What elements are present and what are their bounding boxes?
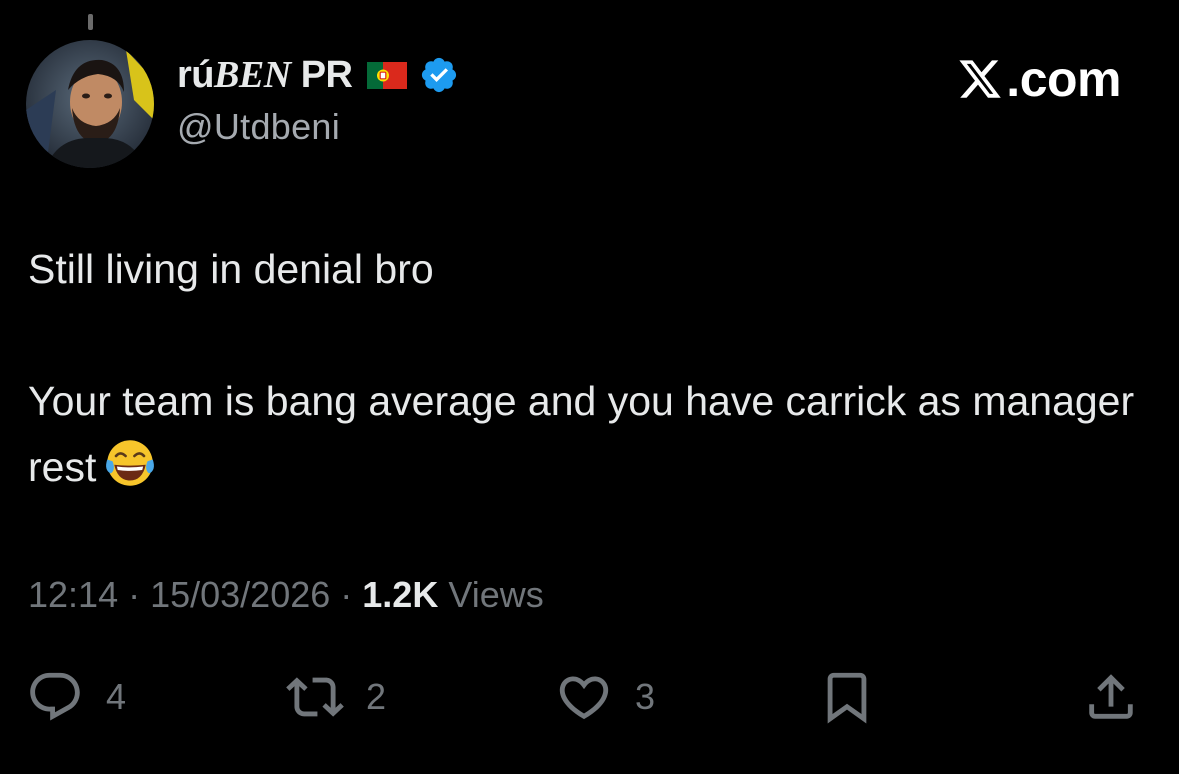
tweet-meta: 12:14 · 15/03/2026 · 1.2K Views [28, 574, 544, 616]
author-display-name[interactable]: rúBEN PR [177, 53, 353, 97]
views-label: Views [438, 574, 544, 615]
brand-watermark: .com [956, 50, 1121, 108]
repost-icon [286, 677, 344, 717]
brand-domain-text: .com [1006, 51, 1121, 107]
like-icon [559, 676, 609, 720]
meta-separator: · [118, 574, 151, 615]
like-button[interactable]: 3 [555, 662, 655, 732]
bookmark-icon [827, 672, 867, 724]
reply-button[interactable]: 4 [26, 662, 126, 732]
repost-count: 2 [366, 676, 387, 717]
reply-count: 4 [106, 676, 127, 717]
views-count: 1.2K [362, 574, 439, 615]
action-bar: 4 2 3 [0, 662, 1179, 732]
tweet-text: Still living in denial bro Your team is … [28, 236, 1138, 500]
avatar[interactable] [26, 40, 154, 168]
bookmark-button[interactable] [818, 662, 876, 732]
author-block: rúBEN PR @Utdbeni [177, 50, 459, 148]
portugal-flag-icon [366, 61, 407, 89]
meta-separator: · [330, 574, 363, 615]
tweet-date[interactable]: 15/03/2026 [150, 574, 330, 615]
like-count: 3 [635, 676, 656, 717]
x-logo-icon [959, 60, 1002, 98]
author-handle[interactable]: @Utdbeni [177, 106, 459, 148]
tweet-body: Still living in denial bro Your team is … [28, 246, 1135, 490]
share-button[interactable] [1082, 662, 1140, 732]
tweet-time[interactable]: 12:14 [28, 574, 118, 615]
author-name-row: rúBEN PR [177, 50, 459, 100]
share-icon [1089, 674, 1133, 719]
repost-button[interactable]: 2 [286, 662, 386, 732]
reply-icon [30, 672, 80, 721]
verified-badge-icon [421, 57, 456, 93]
top-tick [88, 14, 93, 30]
tears-of-joy-emoji [106, 440, 155, 486]
